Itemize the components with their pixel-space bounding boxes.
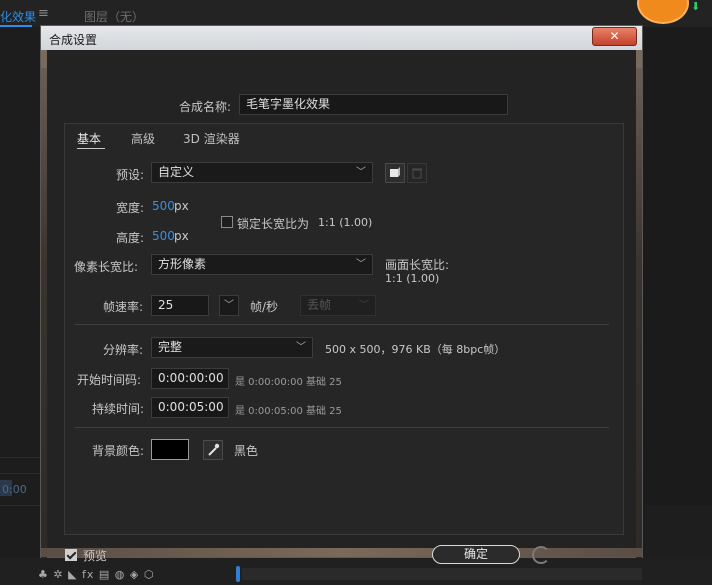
background-color-label: 背景颜色: <box>92 444 145 458</box>
tab-menu-icon[interactable]: ≡ <box>38 6 49 21</box>
frame-rate-label: 帧速率: <box>103 300 144 314</box>
eyedropper-icon <box>208 443 220 456</box>
loading-spinner-icon <box>532 546 550 564</box>
section-divider <box>74 427 609 428</box>
composition-settings-dialog: 合成设置 ✕ 合成名称: 毛笔字墨化效果 基本 高级 3D 渲染器 预设: 自定… <box>40 25 643 564</box>
chevron-down-icon: ﹀ <box>359 300 369 311</box>
trash-icon <box>412 168 422 179</box>
width-unit: px <box>174 199 189 213</box>
drop-frame-value: 丢帧 <box>307 298 332 312</box>
frame-rate-dropdown[interactable]: ﹀ <box>219 295 239 316</box>
chevron-down-icon: ﹀ <box>356 259 366 270</box>
timeline-time[interactable]: 0:00 <box>2 483 27 496</box>
pixel-aspect-value: 方形像素 <box>158 257 207 271</box>
preset-select[interactable]: 自定义 ﹀ <box>151 162 373 183</box>
duration-input[interactable]: 0:00:05:00 <box>151 397 229 418</box>
dialog-frame <box>636 68 642 558</box>
preset-label: 预设: <box>116 168 145 182</box>
width-value[interactable]: 500 <box>152 199 175 213</box>
chevron-down-icon: ﹀ <box>296 342 306 353</box>
lock-aspect-label: 锁定长宽比为 <box>237 217 310 231</box>
timeline-playhead[interactable] <box>236 566 240 582</box>
dialog-frame <box>41 548 642 557</box>
tab-basic[interactable]: 基本 <box>77 130 101 147</box>
app-left-panel <box>0 27 42 557</box>
start-timecode-info: 是 0:00:00:00 基础 25 <box>235 377 342 388</box>
divider <box>0 473 42 474</box>
resolution-info: 500 x 500，976 KB（每 8bpc帧） <box>325 343 506 356</box>
chevron-down-icon: ﹀ <box>356 167 366 178</box>
background-color-swatch[interactable] <box>151 439 189 460</box>
tab-composition[interactable]: 化效果 <box>0 8 36 25</box>
preview-checkbox[interactable] <box>65 549 77 561</box>
resolution-select[interactable]: 完整 ﹀ <box>151 337 313 358</box>
pixel-aspect-select[interactable]: 方形像素 ﹀ <box>151 254 373 275</box>
tab-layer[interactable]: 图层（无） <box>84 8 144 25</box>
frame-rate-unit: 帧/秒 <box>250 300 279 314</box>
eyedropper-button[interactable] <box>203 440 223 460</box>
settings-panel <box>64 123 624 535</box>
close-button[interactable]: ✕ <box>592 27 637 46</box>
background-color-name: 黑色 <box>234 444 259 458</box>
resolution-label: 分辨率: <box>103 343 144 357</box>
app-topbar: 化效果 ≡ 图层（无） <box>0 0 712 27</box>
drop-frame-select: 丢帧 ﹀ <box>300 295 376 316</box>
tab-advanced[interactable]: 高级 <box>131 130 155 147</box>
timeline-tool-icons[interactable]: ♣ ✲ ◣ fx ▤ ◍ ◈ ⬡ <box>38 568 154 581</box>
height-unit: px <box>174 229 189 243</box>
chevron-down-icon: ﹀ <box>224 300 234 311</box>
height-value[interactable]: 500 <box>152 229 175 243</box>
dialog-content: 合成名称: 毛笔字墨化效果 基本 高级 3D 渲染器 预设: 自定义 ﹀ 宽度: <box>47 50 636 564</box>
timeline-track[interactable] <box>242 568 642 580</box>
app-right-panel <box>644 505 712 557</box>
section-divider <box>74 324 609 325</box>
save-preset-icon <box>390 167 400 177</box>
frame-rate-input[interactable]: 25 <box>151 295 209 316</box>
start-timecode-input[interactable]: 0:00:00:00 <box>151 368 229 389</box>
duration-label: 持续时间: <box>92 402 145 416</box>
comp-name-label: 合成名称: <box>179 100 232 114</box>
resolution-value: 完整 <box>158 340 183 354</box>
preview-label: 预览 <box>83 549 108 563</box>
delete-preset-button[interactable] <box>407 163 427 183</box>
divider <box>0 457 42 458</box>
lock-aspect-checkbox[interactable] <box>221 216 233 228</box>
duration-info: 是 0:00:05:00 基础 25 <box>235 406 342 417</box>
comp-name-input[interactable]: 毛笔字墨化效果 <box>239 94 508 115</box>
ok-button[interactable]: 确定 <box>432 545 520 564</box>
start-timecode-label: 开始时间码: <box>77 373 142 387</box>
height-label: 高度: <box>116 231 145 245</box>
preset-value: 自定义 <box>158 165 195 179</box>
download-arrow-icon: ⬇ <box>691 0 701 13</box>
frame-aspect-value: 1:1 (1.00) <box>385 272 440 285</box>
tab-3d-renderer[interactable]: 3D 渲染器 <box>183 130 240 147</box>
divider <box>0 505 42 506</box>
pixel-aspect-label: 像素长宽比: <box>74 260 139 274</box>
close-icon: ✕ <box>609 29 620 43</box>
save-preset-button[interactable] <box>385 163 405 183</box>
width-label: 宽度: <box>116 201 145 215</box>
frame-aspect-label: 画面长宽比: <box>385 258 450 272</box>
dialog-titlebar[interactable]: 合成设置 ✕ <box>41 26 642 50</box>
lock-aspect-ratio: 1:1 (1.00) <box>318 216 373 229</box>
active-tab-underline <box>77 148 105 149</box>
dialog-title: 合成设置 <box>49 33 98 47</box>
